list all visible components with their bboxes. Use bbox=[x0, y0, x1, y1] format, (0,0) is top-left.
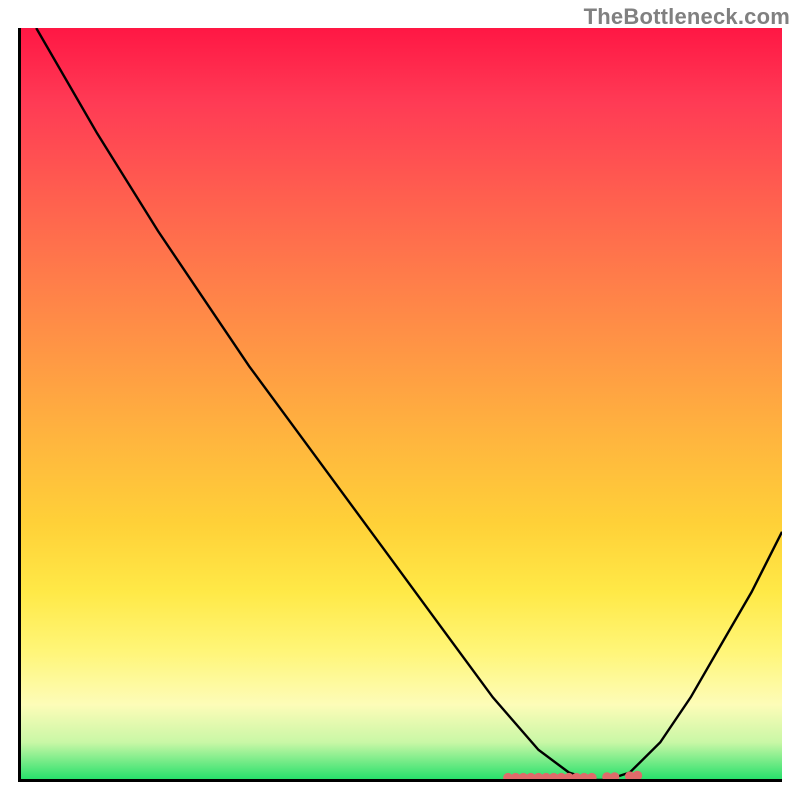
chart-wrapper: TheBottleneck.com bbox=[0, 0, 800, 800]
axes-frame bbox=[18, 28, 782, 782]
watermark-text: TheBottleneck.com bbox=[584, 4, 790, 30]
